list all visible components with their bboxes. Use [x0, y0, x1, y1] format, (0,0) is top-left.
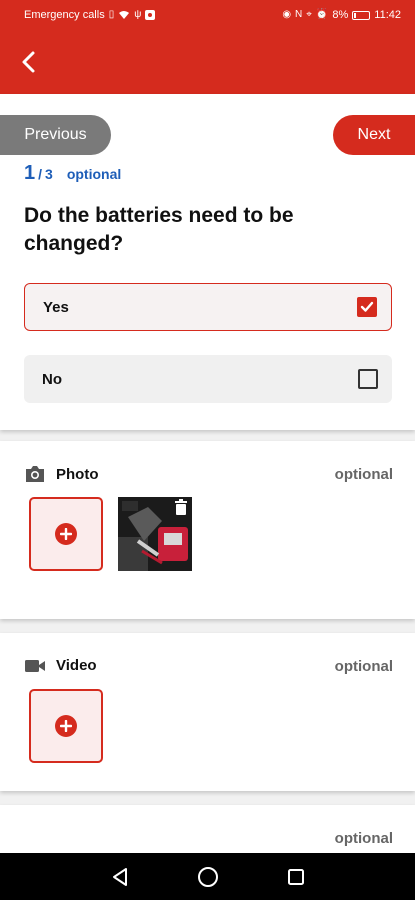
- photo-thumbnail[interactable]: [118, 497, 192, 571]
- clock: 11:42: [374, 9, 401, 21]
- video-camera-icon: [25, 659, 45, 672]
- nfc-icon: N: [295, 9, 303, 20]
- sim-icon: ▯: [108, 9, 115, 20]
- wifi-icon: [119, 11, 130, 19]
- third-section: optional: [0, 805, 415, 853]
- location-icon: ⌖: [306, 9, 312, 20]
- app-bar: [0, 30, 415, 94]
- progress-current: 1: [24, 162, 36, 184]
- nav-home-icon: [197, 866, 218, 887]
- status-bar: Emergency calls ▯ ψ ◉ N ⌖ ⏰ 8% 11:42: [0, 0, 415, 30]
- video-section: Video optional: [0, 633, 415, 791]
- photo-title: Photo: [56, 465, 99, 483]
- video-optional-label: optional: [334, 658, 393, 675]
- eye-icon: ◉: [282, 9, 292, 20]
- usb-icon: ψ: [134, 9, 142, 20]
- back-arrow-icon: [22, 51, 35, 73]
- question-progress: 1 / 3 optional: [24, 162, 121, 185]
- add-photo-button[interactable]: [29, 497, 103, 571]
- system-nav-bar: [0, 853, 415, 900]
- battery-percent: 8%: [332, 9, 349, 21]
- status-left: Emergency calls ▯ ψ: [24, 9, 156, 21]
- previous-button[interactable]: Previous: [0, 115, 111, 155]
- third-optional-label: optional: [334, 830, 393, 847]
- nav-recents-icon: [287, 868, 304, 885]
- camera-icon: [26, 466, 44, 482]
- plus-circle-icon: [55, 715, 77, 737]
- answer-no[interactable]: No: [24, 355, 392, 403]
- progress-separator: /: [38, 166, 43, 182]
- trash-icon[interactable]: [174, 499, 188, 515]
- next-button[interactable]: Next: [333, 115, 415, 155]
- answer-label: Yes: [43, 298, 69, 316]
- checkbox-checked-icon[interactable]: [357, 297, 377, 317]
- nav-back-icon: [112, 867, 127, 886]
- question-text: Do the batteries need to be changed?: [24, 204, 294, 255]
- back-button[interactable]: [10, 44, 46, 80]
- recording-icon: [145, 10, 156, 20]
- question-card: Previous Next 1 / 3 optional Do the batt…: [0, 94, 415, 430]
- checkbox-empty-icon[interactable]: [358, 369, 378, 389]
- battery-icon: [352, 10, 371, 20]
- video-title: Video: [56, 657, 97, 674]
- nav-home-button[interactable]: [164, 853, 252, 900]
- nav-recents-button[interactable]: [252, 853, 340, 900]
- photo-section: Photo optional: [0, 441, 415, 619]
- alarm-icon: ⏰: [315, 9, 329, 20]
- carrier-text: Emergency calls: [24, 9, 105, 21]
- question-optional-label: optional: [66, 166, 122, 182]
- answer-yes[interactable]: Yes: [24, 283, 392, 331]
- nav-back-button[interactable]: [76, 853, 164, 900]
- photo-header: Photo: [24, 465, 99, 483]
- add-video-button[interactable]: [29, 689, 103, 763]
- photo-optional-label: optional: [334, 466, 393, 483]
- answer-label: No: [42, 370, 62, 388]
- status-right: ◉ N ⌖ ⏰ 8% 11:42: [282, 9, 401, 21]
- video-header: Video: [24, 657, 97, 674]
- progress-total: 3: [45, 166, 53, 182]
- plus-circle-icon: [55, 523, 77, 545]
